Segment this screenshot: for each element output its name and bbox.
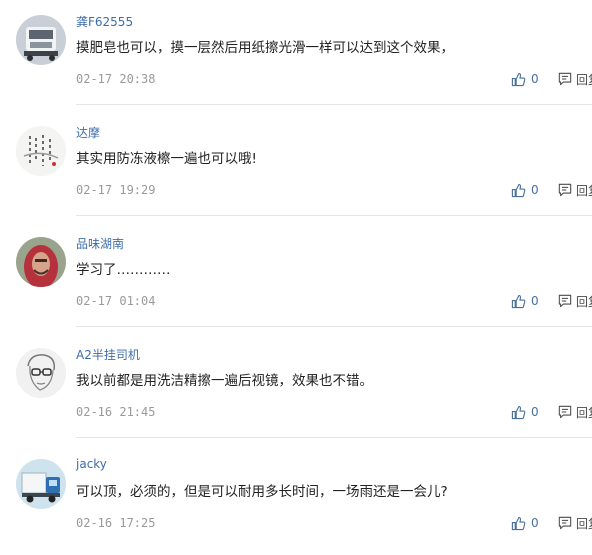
- comment-username[interactable]: 龚F62555: [76, 13, 133, 30]
- blue-truck-avatar-icon: [16, 459, 66, 509]
- comment-text: 其实用防冻液檫一遍也可以哦!: [76, 151, 257, 167]
- reply-icon: [558, 405, 572, 419]
- avatar[interactable]: [16, 237, 66, 287]
- reply-button[interactable]: 回复: [558, 292, 592, 310]
- reply-label: 回复: [576, 183, 592, 198]
- comment-item: jacky 可以顶，必须的，但是可以耐用多长时间，一场雨还是一会儿? 02-16…: [0, 444, 592, 555]
- person-red-hood-avatar-icon: [16, 237, 66, 287]
- comment-username[interactable]: 达摩: [76, 124, 100, 141]
- comment-text: 可以顶，必须的，但是可以耐用多长时间，一场雨还是一会儿?: [76, 484, 448, 500]
- like-button[interactable]: 0: [511, 514, 539, 532]
- comment-item: A2半挂司机 我以前都是用洗洁精擦一遍后视镜，效果也不错。 02-16 21:4…: [0, 333, 592, 444]
- divider: [76, 437, 592, 438]
- comment-username[interactable]: A2半挂司机: [76, 346, 140, 363]
- like-button[interactable]: 0: [511, 70, 539, 88]
- reply-label: 回复: [576, 405, 592, 420]
- thumbs-up-icon: [511, 516, 526, 530]
- like-count: 0: [531, 405, 539, 419]
- reply-icon: [558, 183, 572, 197]
- comment-text: 我以前都是用洗洁精擦一遍后视镜，效果也不错。: [76, 373, 373, 389]
- calligraphy-avatar-icon: [16, 126, 66, 176]
- avatar[interactable]: [16, 348, 66, 398]
- like-button[interactable]: 0: [511, 403, 539, 421]
- comment-time: 02-17 20:38: [76, 72, 156, 86]
- reply-icon: [558, 294, 572, 308]
- avatar[interactable]: [16, 126, 66, 176]
- divider: [76, 326, 592, 327]
- sketch-face-avatar-icon: [16, 348, 66, 398]
- reply-button[interactable]: 回复: [558, 514, 592, 532]
- reply-icon: [558, 72, 572, 86]
- reply-icon: [558, 516, 572, 530]
- like-button[interactable]: 0: [511, 292, 539, 310]
- comment-item: 龚F62555 摸肥皂也可以，摸一层然后用纸擦光滑一样可以达到这个效果， 02-…: [0, 0, 592, 111]
- thumbs-up-icon: [511, 183, 526, 197]
- reply-label: 回复: [576, 72, 592, 87]
- comment-text: 学习了…………: [76, 262, 171, 278]
- thumbs-up-icon: [511, 294, 526, 308]
- avatar[interactable]: [16, 459, 66, 509]
- reply-button[interactable]: 回复: [558, 70, 592, 88]
- like-count: 0: [531, 294, 539, 308]
- reply-label: 回复: [576, 294, 592, 309]
- divider: [76, 215, 592, 216]
- comment-time: 02-16 21:45: [76, 405, 156, 419]
- comment-username[interactable]: jacky: [76, 457, 107, 471]
- comment-time: 02-17 19:29: [76, 183, 156, 197]
- divider: [76, 104, 592, 105]
- comment-item: 达摩 其实用防冻液檫一遍也可以哦! 02-17 19:29 0 回复: [0, 111, 592, 222]
- comment-item: 品味湖南 学习了………… 02-17 01:04 0 回复: [0, 222, 592, 333]
- thumbs-up-icon: [511, 405, 526, 419]
- comment-time: 02-16 17:25: [76, 516, 156, 530]
- reply-button[interactable]: 回复: [558, 403, 592, 421]
- comment-text: 摸肥皂也可以，摸一层然后用纸擦光滑一样可以达到这个效果，: [76, 40, 454, 56]
- like-count: 0: [531, 72, 539, 86]
- reply-button[interactable]: 回复: [558, 181, 592, 199]
- like-count: 0: [531, 183, 539, 197]
- like-count: 0: [531, 516, 539, 530]
- reply-label: 回复: [576, 516, 592, 531]
- thumbs-up-icon: [511, 72, 526, 86]
- truck-avatar-icon: [16, 15, 66, 65]
- avatar[interactable]: [16, 15, 66, 65]
- comment-time: 02-17 01:04: [76, 294, 156, 308]
- like-button[interactable]: 0: [511, 181, 539, 199]
- comment-username[interactable]: 品味湖南: [76, 235, 124, 252]
